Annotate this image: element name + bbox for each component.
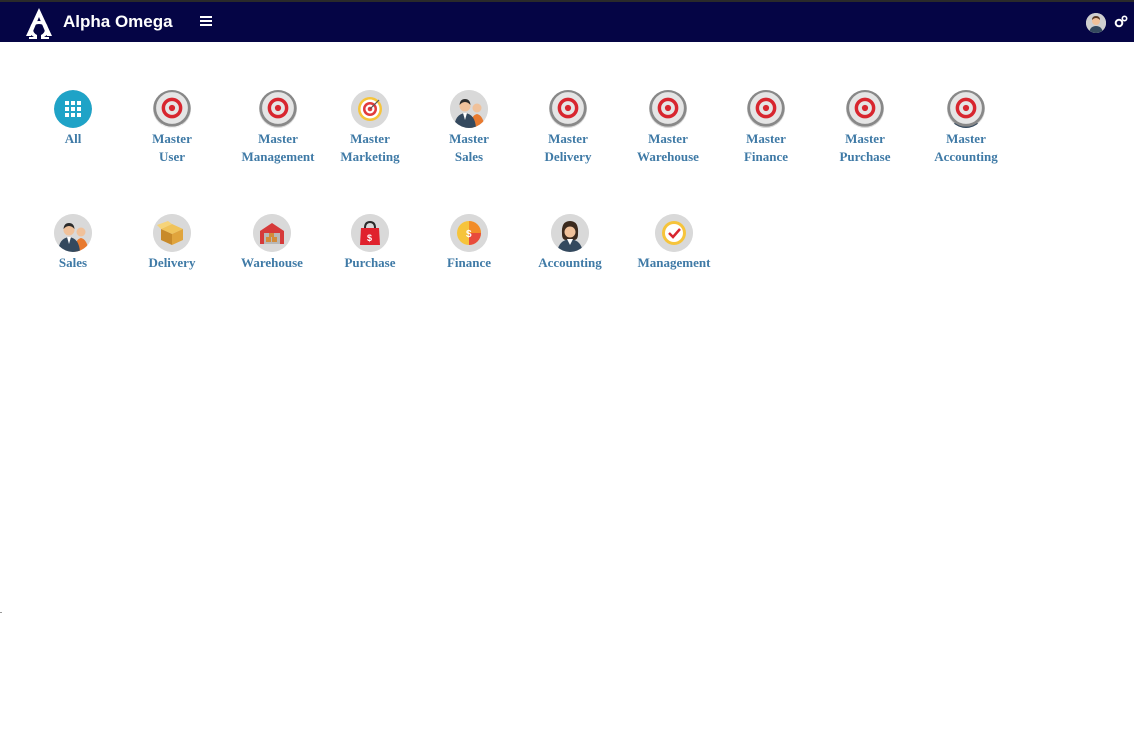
left-edge-mark bbox=[0, 612, 2, 613]
menu-toggle-icon[interactable] bbox=[200, 16, 212, 28]
tile-master-sales[interactable]: Master Sales bbox=[419, 90, 519, 166]
tile-label: Master Sales bbox=[449, 131, 489, 164]
team-icon bbox=[450, 90, 488, 128]
tile-purchase[interactable]: Purchase bbox=[320, 214, 420, 272]
tile-master-delivery[interactable]: Master Delivery bbox=[518, 90, 618, 166]
tile-master-accounting[interactable]: Master Accounting bbox=[916, 90, 1016, 166]
tile-label: Master Accounting bbox=[934, 131, 998, 164]
shopping-bag-icon bbox=[846, 90, 884, 128]
accountant-icon bbox=[551, 214, 589, 252]
tile-sales[interactable]: Sales bbox=[23, 214, 123, 272]
tile-master-management[interactable]: Master Management bbox=[228, 90, 328, 166]
user-icon bbox=[153, 90, 191, 128]
warehouse-icon bbox=[253, 214, 291, 252]
tile-label: Master Warehouse bbox=[637, 131, 699, 164]
tile-label: Master Finance bbox=[743, 131, 789, 164]
tile-accounting[interactable]: Accounting bbox=[520, 214, 620, 272]
tile-finance[interactable]: Finance bbox=[419, 214, 519, 272]
tile-label: Warehouse bbox=[241, 255, 303, 270]
box-icon bbox=[549, 90, 587, 128]
check-badge-icon bbox=[655, 214, 693, 252]
warehouse-icon bbox=[649, 90, 687, 128]
settings-gear-icon[interactable] bbox=[1114, 15, 1128, 29]
grid-icon bbox=[54, 90, 92, 128]
tile-label: Finance bbox=[446, 255, 492, 270]
tile-management[interactable]: Management bbox=[624, 214, 724, 272]
top-navbar: Alpha Omega bbox=[0, 0, 1134, 42]
tile-label: Master User bbox=[152, 131, 192, 164]
alpha-omega-logo[interactable] bbox=[22, 6, 56, 40]
tile-label: Accounting bbox=[538, 255, 602, 270]
tile-label: Master Management bbox=[241, 131, 315, 164]
tile-label: Delivery bbox=[148, 255, 196, 270]
brand-title[interactable]: Alpha Omega bbox=[63, 12, 173, 32]
tile-master-marketing[interactable]: Master Marketing bbox=[320, 90, 420, 166]
tile-label: Master Delivery bbox=[544, 131, 592, 164]
accountant-icon bbox=[947, 90, 985, 128]
check-badge-icon bbox=[259, 90, 297, 128]
tile-label: Sales bbox=[58, 255, 88, 270]
tile-delivery[interactable]: Delivery bbox=[122, 214, 222, 272]
user-avatar[interactable] bbox=[1086, 13, 1106, 33]
tile-label: Master Purchase bbox=[839, 131, 891, 164]
target-icon bbox=[351, 90, 389, 128]
shopping-bag-icon bbox=[351, 214, 389, 252]
tile-label: Management bbox=[637, 255, 711, 270]
tile-label: Master Marketing bbox=[340, 131, 400, 164]
tile-label: All bbox=[64, 131, 82, 146]
tile-warehouse[interactable]: Warehouse bbox=[222, 214, 322, 272]
tile-master-purchase[interactable]: Master Purchase bbox=[815, 90, 915, 166]
tile-master-user[interactable]: Master User bbox=[122, 90, 222, 166]
tile-master-finance[interactable]: Master Finance bbox=[716, 90, 816, 166]
tile-label: Purchase bbox=[344, 255, 396, 270]
tile-all[interactable]: All bbox=[23, 90, 123, 148]
finance-icon bbox=[747, 90, 785, 128]
box-icon bbox=[153, 214, 191, 252]
tile-master-warehouse[interactable]: Master Warehouse bbox=[618, 90, 718, 166]
finance-icon bbox=[450, 214, 488, 252]
team-icon bbox=[54, 214, 92, 252]
